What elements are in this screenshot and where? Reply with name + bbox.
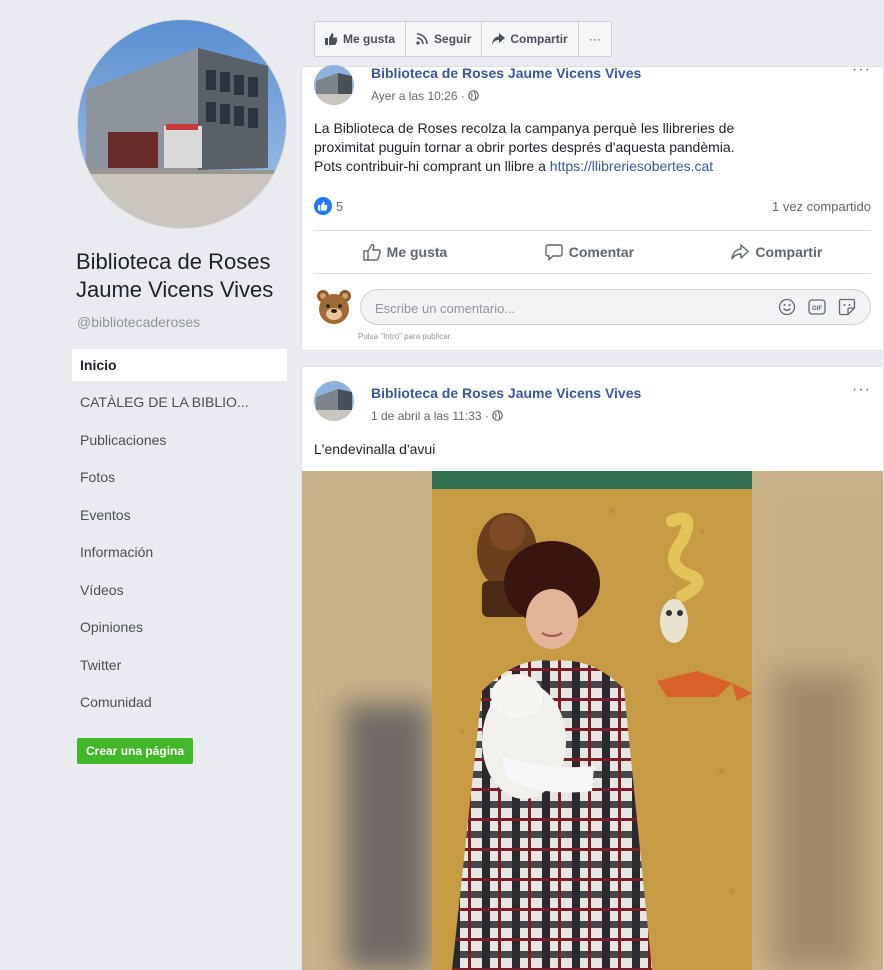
woman-with-cat-photo [302,471,883,970]
post-card: Biblioteca de Roses Jaume Vicens Vives 1… [301,366,884,970]
page-like-button[interactable]: Me gusta [315,22,407,56]
page-share-button[interactable]: Compartir [482,22,579,56]
post-text-line: proximitat puguin tornar a obrir portes … [314,139,735,155]
create-page-button[interactable]: Crear una página [77,738,194,764]
page-share-label: Compartir [510,32,568,46]
post-time-text: Ayer a las 10:26 · [371,89,465,103]
svg-text:GIF: GIF [812,306,822,312]
emoji-icon[interactable] [778,298,796,316]
page-title[interactable]: Biblioteca de Roses Jaume Vicens Vives [76,248,296,304]
page-nav: Inicio CATÀLEG DE LA BIBLIO... Publicaci… [72,349,287,724]
post-text-line: La Biblioteca de Roses recolza la campan… [314,120,735,136]
page-like-label: Me gusta [343,32,396,46]
post-timestamp[interactable]: Ayer a las 10:26 · [371,89,479,103]
comment-bubble-icon [545,244,563,261]
post-options-button[interactable]: ··· [852,61,871,79]
page-action-bar: Me gusta Seguir Compartir ··· [314,21,612,57]
more-options-button[interactable]: ··· [579,22,611,56]
post-text: L'endevinalla d'avui [314,441,436,457]
post-comment-label: Comentar [568,244,635,260]
comment-tools: GIF [778,298,856,316]
post-action-bar: Me gusta Comentar Compartir [314,230,871,274]
post-options-button[interactable]: ··· [852,381,871,399]
gif-icon[interactable]: GIF [808,298,826,316]
post-photo[interactable] [302,471,883,970]
globe-icon [492,410,504,421]
reactions-summary[interactable]: 5 [314,197,343,215]
post-share-label: Compartir [755,244,823,260]
follow-button[interactable]: Seguir [406,22,483,56]
globe-icon [468,90,479,101]
nav-item-videos[interactable]: Vídeos [72,574,287,612]
nav-item-comunidad[interactable]: Comunidad [72,686,287,724]
post-link[interactable]: https://llibreriesobertes.cat [550,158,713,174]
library-building-photo [78,20,286,228]
nav-item-fotos[interactable]: Fotos [72,461,287,499]
nav-item-informacion[interactable]: Información [72,536,287,574]
comment-box: GIF [360,289,871,326]
share-arrow-icon [492,33,506,45]
nav-item-twitter[interactable]: Twitter [72,649,287,687]
thumbs-up-outline-icon [362,243,381,261]
post-card: Biblioteca de Roses Jaume Vicens Vives A… [301,61,884,351]
post-author-avatar[interactable] [314,65,354,105]
thumbs-up-icon [325,33,337,45]
post-text-line: Pots contribuir-hi comprant un llibre a … [314,157,834,176]
rss-icon [416,33,428,45]
post-author-name[interactable]: Biblioteca de Roses Jaume Vicens Vives [371,385,641,401]
page-profile-picture[interactable] [78,20,286,228]
comment-hint: Pulsa "Intro" para publicar. [358,332,453,341]
post-share-button[interactable]: Compartir [731,243,822,261]
nav-item-eventos[interactable]: Eventos [72,499,287,537]
post-like-label: Me gusta [386,244,448,260]
nav-item-inicio[interactable]: Inicio [72,349,287,381]
post-text-segment: Pots contribuir-hi comprant un llibre a [314,158,546,174]
library-thumbnail [314,65,354,105]
post-comment-button[interactable]: Comentar [545,243,634,261]
post-text: La Biblioteca de Roses recolza la campan… [314,119,834,176]
reactions-count: 5 [336,198,344,214]
share-outline-icon [731,244,750,260]
more-dots-icon: ··· [588,32,601,46]
post-author-name[interactable]: Biblioteca de Roses Jaume Vicens Vives [371,65,641,81]
sticker-icon[interactable] [838,298,856,316]
nav-item-cataleg[interactable]: CATÀLEG DE LA BIBLIO... [72,386,287,424]
post-time-text: 1 de abril a las 11:33 · [371,409,489,423]
comment-input[interactable] [373,290,707,326]
post-like-button[interactable]: Me gusta [362,243,448,261]
post-author-avatar[interactable] [314,381,354,421]
like-reaction-icon [314,197,332,215]
library-thumbnail [314,381,354,421]
follow-label: Seguir [434,32,472,46]
comment-composer: GIF [314,287,871,327]
shares-count[interactable]: 1 vez compartido [772,199,871,214]
nav-item-publicaciones[interactable]: Publicaciones [72,424,287,462]
left-column: Biblioteca de Roses Jaume Vicens Vives @… [0,0,300,969]
nav-item-opiniones[interactable]: Opiniones [72,611,287,649]
page-username[interactable]: @bibliotecaderoses [77,314,200,330]
user-avatar-bear[interactable] [316,289,352,325]
post-timestamp[interactable]: 1 de abril a las 11:33 · [371,409,504,423]
